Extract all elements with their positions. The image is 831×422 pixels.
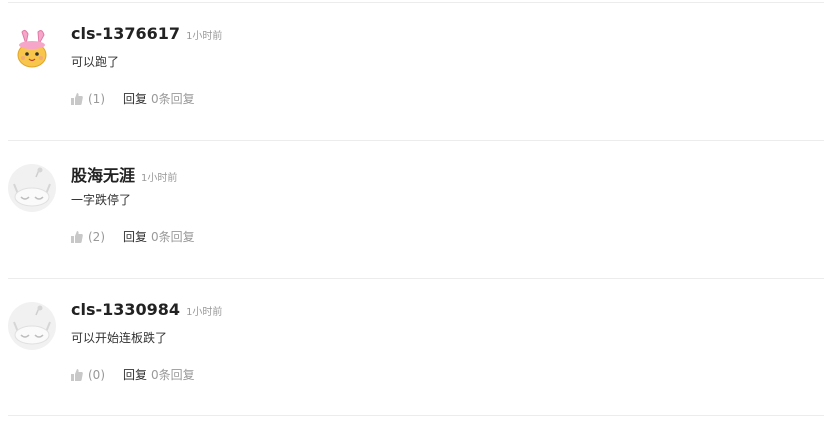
sleepy-face-icon bbox=[8, 164, 56, 212]
like-button[interactable]: (0) bbox=[71, 368, 105, 382]
comment-item: 股海无涯 1小时前 一字跌停了 (2) 回复 0条回复 bbox=[0, 140, 831, 278]
like-count: (2) bbox=[88, 229, 105, 244]
comment-text: 可以开始连板跌了 bbox=[71, 331, 168, 345]
comment-actions: (1) 回复 0条回复 bbox=[71, 90, 195, 107]
comment-actions: (2) 回复 0条回复 bbox=[71, 228, 195, 245]
username[interactable]: cls-1376617 1小时前 bbox=[71, 24, 222, 43]
like-count: (0) bbox=[88, 367, 105, 382]
comment-item: cls-1376617 1小时前 可以跑了 (1) 回复 0条回复 bbox=[0, 2, 831, 140]
avatar[interactable] bbox=[8, 164, 56, 212]
divider bbox=[8, 415, 824, 416]
reply-count-link[interactable]: 0条回复 bbox=[151, 228, 195, 245]
username[interactable]: cls-1330984 1小时前 bbox=[71, 300, 222, 319]
like-count: (1) bbox=[88, 91, 105, 106]
username[interactable]: 股海无涯 1小时前 bbox=[71, 162, 177, 186]
timestamp: 1小时前 bbox=[141, 173, 178, 184]
timestamp: 1小时前 bbox=[186, 307, 223, 318]
sleepy-face-icon bbox=[8, 302, 56, 350]
comment-item: cls-1330984 1小时前 可以开始连板跌了 (0) 回复 0条回复 bbox=[0, 278, 831, 416]
reply-count-link[interactable]: 0条回复 bbox=[151, 366, 195, 383]
like-button[interactable]: (1) bbox=[71, 92, 105, 106]
comment-text: 可以跑了 bbox=[71, 55, 120, 69]
reply-button[interactable]: 回复 bbox=[123, 228, 147, 245]
thumbs-up-icon bbox=[71, 92, 83, 105]
reply-count-link[interactable]: 0条回复 bbox=[151, 90, 195, 107]
avatar[interactable] bbox=[8, 26, 56, 74]
comment-actions: (0) 回复 0条回复 bbox=[71, 366, 195, 383]
avatar[interactable] bbox=[8, 302, 56, 350]
like-button[interactable]: (2) bbox=[71, 230, 105, 244]
reply-button[interactable]: 回复 bbox=[123, 90, 147, 107]
thumbs-up-icon bbox=[71, 230, 83, 243]
comment-text: 一字跌停了 bbox=[71, 193, 132, 207]
reply-button[interactable]: 回复 bbox=[123, 366, 147, 383]
timestamp: 1小时前 bbox=[186, 31, 223, 42]
thumbs-up-icon bbox=[71, 368, 83, 381]
cat-cartoon-icon bbox=[8, 26, 56, 74]
